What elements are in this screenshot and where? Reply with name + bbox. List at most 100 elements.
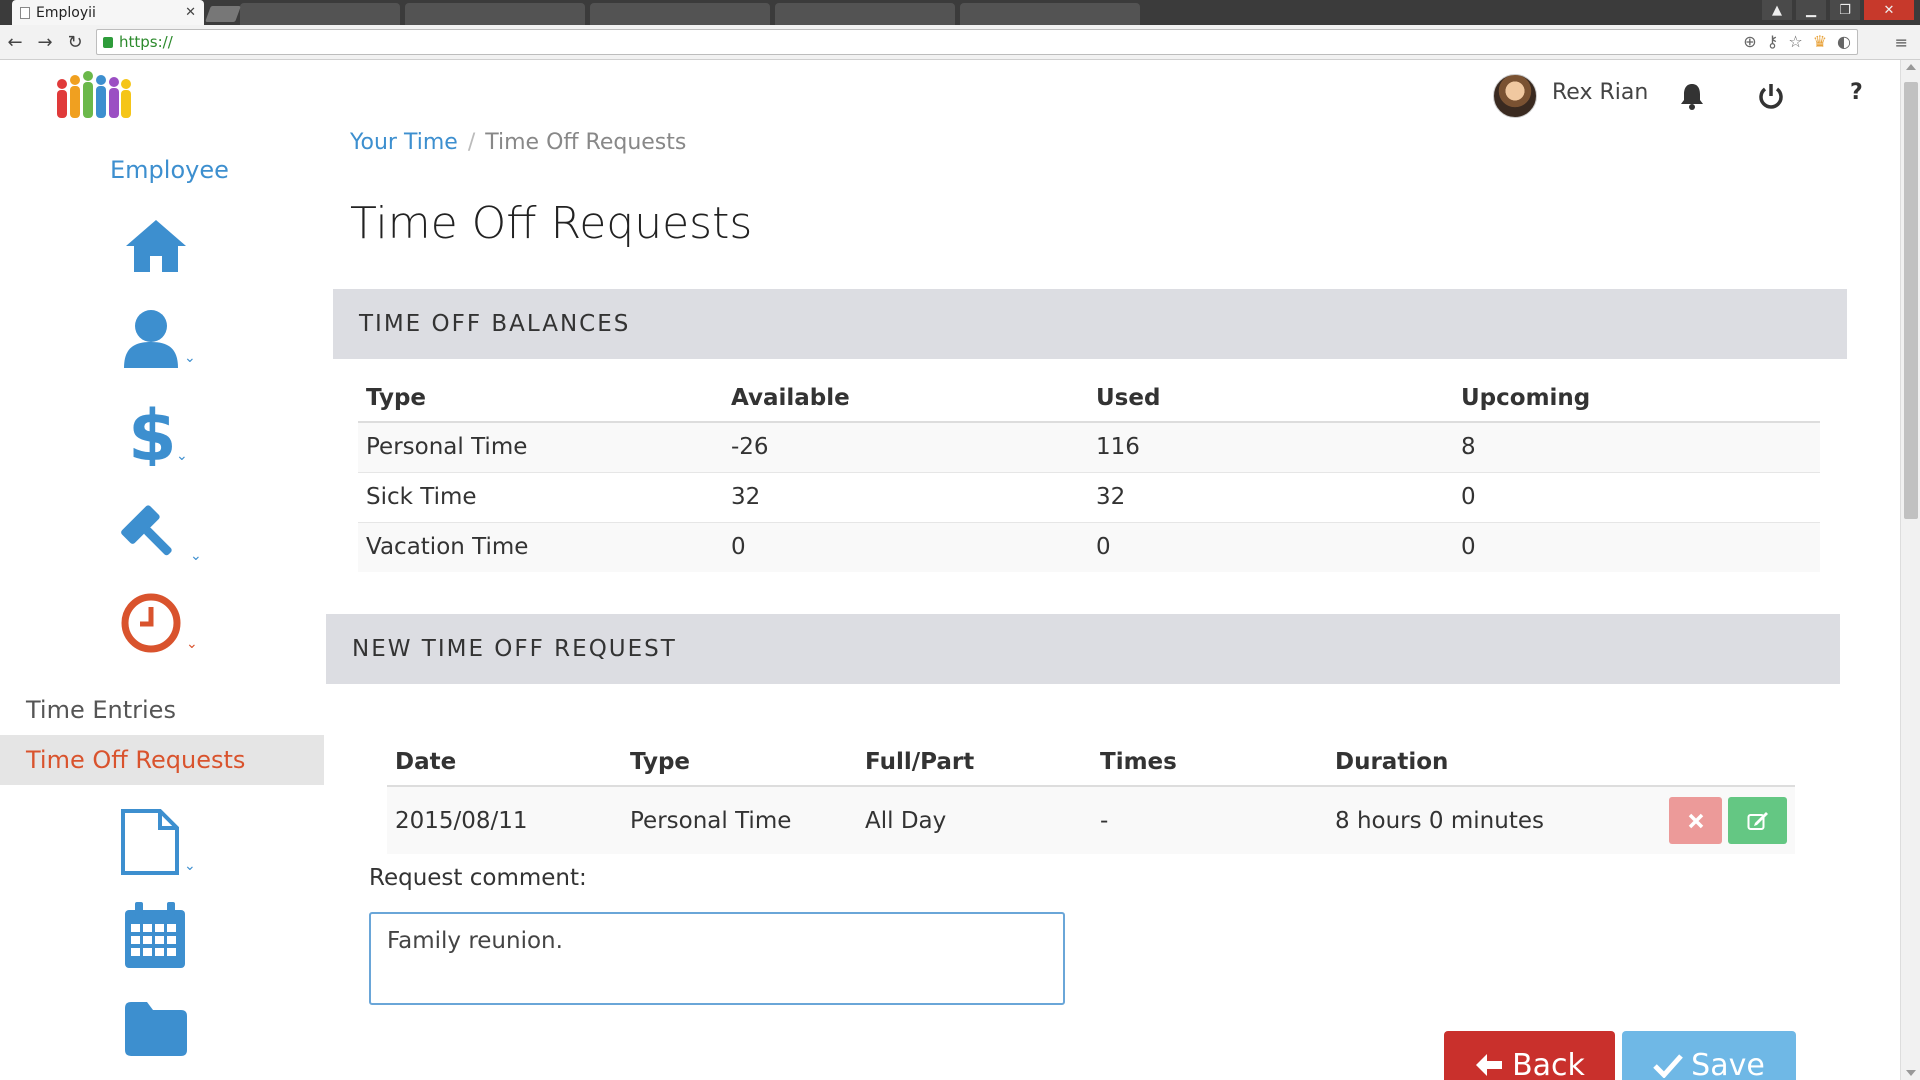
balances-panel-heading: TIME OFF BALANCES [333,289,1847,359]
close-tab-icon[interactable]: ✕ [185,5,196,20]
breadcrumb-separator: / [467,130,476,155]
menu-item-label: Time Entries [26,696,176,724]
chevron-down-icon: ⌄ [186,636,198,652]
table-cell: 32 [723,471,1088,522]
browser-tab[interactable] [590,3,770,25]
new-request-table: Date Type Full/Part Times Duration 2015/… [387,736,1795,854]
save-button-label: Save [1691,1047,1765,1080]
browser-tab[interactable] [775,3,955,25]
forward-nav-icon[interactable]: → [30,32,60,53]
files-nav[interactable] [123,1000,189,1058]
close-window-button[interactable]: ✕ [1864,0,1914,20]
gavel-icon [121,505,172,556]
column-header: Times [1092,736,1327,787]
table-cell: -26 [723,421,1088,472]
table-cell: Personal Time [622,785,857,854]
table-row: Vacation Time 0 0 0 [358,521,1820,572]
table-cell: 8 [1453,421,1820,472]
chevron-down-icon: ⌄ [184,350,196,366]
page-content: Employee ⌄ $ ⌄ ⌄ ⌄ Time Entries Time Off… [0,60,1900,1080]
scroll-down-arrow[interactable] [1906,1070,1916,1076]
scrollbar-thumb[interactable] [1904,82,1918,519]
profile-nav[interactable]: ⌄ [122,308,196,368]
lock-icon [103,36,113,48]
new-tab-button[interactable] [205,6,241,22]
table-cell: 32 [1088,471,1453,522]
notifications-button[interactable] [1679,82,1705,114]
column-header: Used [1088,372,1453,423]
clock-icon [121,593,181,653]
column-header: Upcoming [1453,372,1820,423]
column-header: Date [387,736,622,787]
dollar-icon: $ [128,400,172,466]
table-cell: 116 [1088,421,1453,472]
avatar[interactable] [1493,74,1537,118]
table-cell: All Day [857,785,1092,854]
panel-heading-text: TIME OFF BALANCES [359,311,631,337]
help-icon[interactable]: ? [1850,80,1863,105]
browser-tab[interactable] [240,3,400,25]
table-cell: 0 [723,521,1088,572]
folder-icon [125,1002,187,1056]
user-name[interactable]: Rex Rian [1552,80,1648,105]
new-request-panel-heading: NEW TIME OFF REQUEST [326,614,1840,684]
logout-button[interactable] [1758,82,1784,114]
column-header-actions [1622,736,1795,787]
user-switch-button[interactable]: ▲ [1762,0,1792,20]
time-nav[interactable]: ⌄ [120,592,198,654]
table-cell: 0 [1453,521,1820,572]
scroll-up-arrow[interactable] [1906,64,1916,70]
pay-nav[interactable]: $ ⌄ [128,400,188,466]
delete-row-button[interactable] [1669,797,1722,844]
page-scrollbar[interactable] [1900,60,1920,1080]
row-actions [1622,785,1795,854]
edit-icon [1747,811,1768,830]
browser-tab[interactable] [405,3,585,25]
breadcrumb-current: Time Off Requests [485,130,687,155]
zoom-icon[interactable]: ⊕ [1743,32,1756,51]
column-header: Full/Part [857,736,1092,787]
legal-nav[interactable]: ⌄ [116,496,202,566]
chevron-down-icon: ⌄ [176,448,188,464]
back-button[interactable]: Back [1444,1031,1615,1080]
svg-text:$: $ [128,400,172,466]
breadcrumb-link-your-time[interactable]: Your Time [350,130,458,155]
table-cell: - [1092,785,1327,854]
edit-row-button[interactable] [1728,797,1787,844]
menu-item-time-off-requests[interactable]: Time Off Requests [0,735,324,785]
extension-icon[interactable]: ◐ [1837,32,1851,51]
key-icon[interactable]: ⚷ [1767,32,1779,51]
chevron-down-icon: ⌄ [190,548,202,564]
back-nav-icon[interactable]: ← [0,32,30,53]
calendar-nav[interactable] [123,900,187,970]
table-cell: 0 [1088,521,1453,572]
page-icon [20,6,30,19]
menu-item-time-entries[interactable]: Time Entries [0,685,324,735]
address-bar[interactable]: https:// ⊕ ⚷ ☆ ♛ ◐ [96,29,1858,55]
chevron-down-icon: ⌄ [184,858,196,874]
table-cell: 0 [1453,471,1820,522]
bookmark-star-icon[interactable]: ☆ [1788,32,1802,51]
menu-item-label: Time Off Requests [26,746,246,774]
menu-icon[interactable]: ≡ [1895,33,1908,52]
browser-tab[interactable]: Employii ✕ [12,0,204,25]
comment-field[interactable]: Family reunion. [369,912,1065,1005]
bell-icon [1681,84,1703,110]
browser-tab[interactable] [960,3,1140,25]
minimize-button[interactable]: ▁ [1796,0,1826,20]
save-button[interactable]: Save [1622,1031,1796,1080]
home-nav[interactable] [124,218,188,274]
power-icon [1759,84,1783,109]
table-cell: Vacation Time [358,521,723,572]
table-header-row: Date Type Full/Part Times Duration [387,736,1795,787]
calendar-icon [125,902,185,968]
back-button-label: Back [1512,1047,1585,1080]
table-cell: 8 hours 0 minutes [1327,785,1622,854]
reload-icon[interactable]: ↻ [60,32,90,53]
extension-icon[interactable]: ♛ [1813,32,1827,51]
documents-nav[interactable]: ⌄ [120,808,196,876]
maximize-button[interactable]: ❐ [1830,0,1860,20]
table-cell: Personal Time [358,421,723,472]
breadcrumb: Your Time / Time Off Requests [350,130,686,155]
comment-label: Request comment: [369,865,587,891]
